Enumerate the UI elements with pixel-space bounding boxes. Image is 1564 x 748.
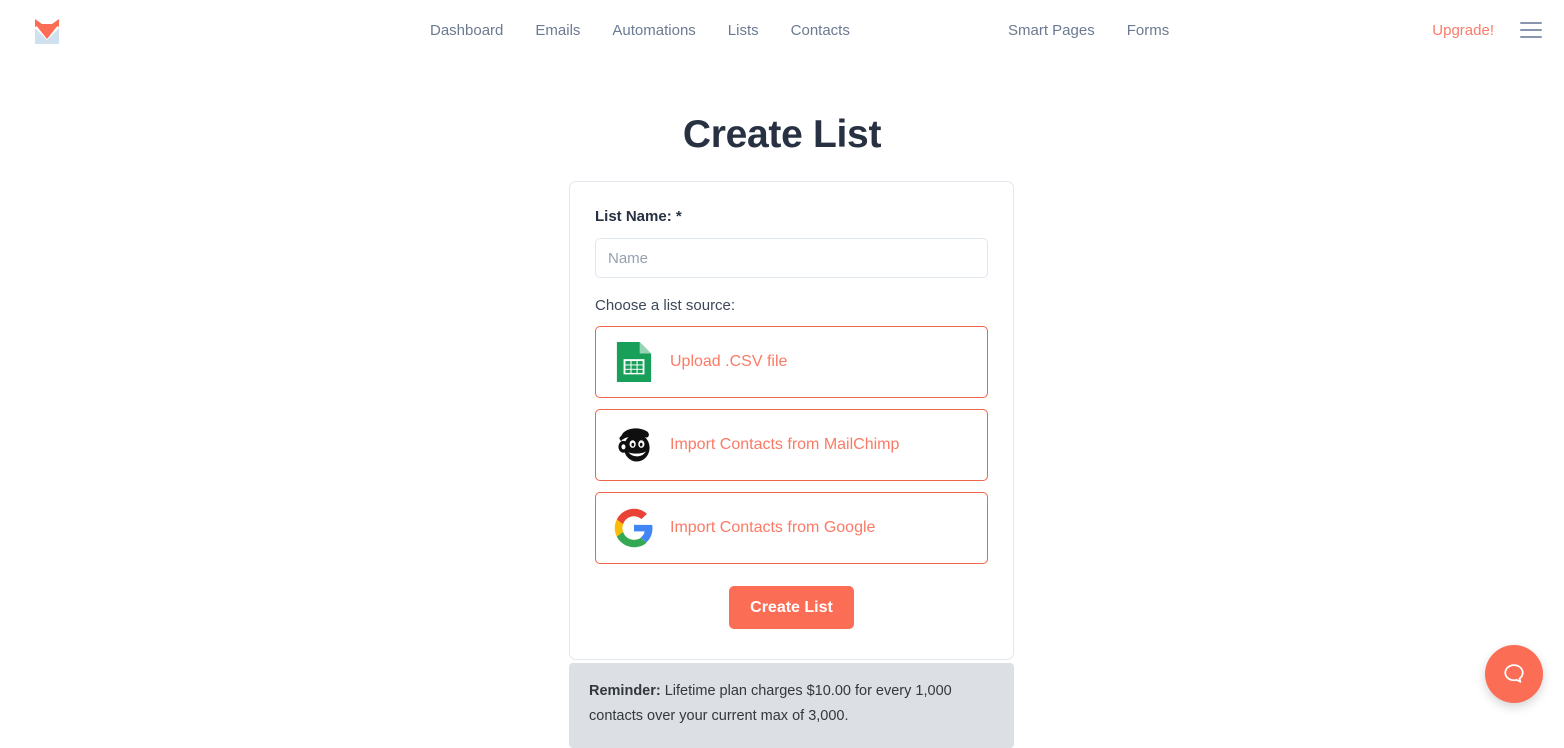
- hamburger-bar: [1520, 22, 1542, 24]
- list-name-label: List Name: *: [595, 208, 682, 225]
- nav-item-lists[interactable]: Lists: [712, 23, 775, 38]
- create-list-button[interactable]: Create List: [729, 586, 854, 630]
- page-title: Create List: [682, 113, 882, 156]
- nav-item-emails[interactable]: Emails: [519, 23, 596, 38]
- nav-item-automations[interactable]: Automations: [596, 23, 711, 38]
- source-option-label: Import Contacts from Google: [670, 519, 876, 536]
- reminder-prefix: Reminder:: [589, 683, 661, 699]
- navbar-actions: Upgrade!: [1432, 0, 1542, 60]
- reminder-alert: Reminder: Lifetime plan charges $10.00 f…: [569, 663, 1014, 748]
- top-navbar: Dashboard Emails Automations Lists Conta…: [0, 0, 1564, 60]
- list-name-input[interactable]: [595, 238, 988, 278]
- choose-source-label: Choose a list source:: [595, 297, 736, 314]
- source-option-label: Import Contacts from MailChimp: [670, 436, 900, 453]
- upgrade-link[interactable]: Upgrade!: [1432, 22, 1494, 39]
- secondary-nav: Smart Pages Forms: [1008, 0, 1185, 60]
- submit-row: Create List: [595, 586, 988, 630]
- nav-item-contacts[interactable]: Contacts: [775, 23, 866, 38]
- chat-bubble-icon: [1504, 664, 1524, 683]
- hamburger-bar: [1520, 36, 1542, 38]
- nav-item-dashboard[interactable]: Dashboard: [430, 23, 519, 38]
- hamburger-menu-icon[interactable]: [1520, 22, 1542, 38]
- create-list-card: List Name: * Choose a list source: Uploa…: [569, 181, 1014, 661]
- primary-nav: Dashboard Emails Automations Lists Conta…: [430, 0, 866, 60]
- help-beacon-button[interactable]: [1485, 645, 1543, 703]
- hamburger-bar: [1520, 29, 1542, 31]
- nav-item-smart-pages[interactable]: Smart Pages: [1008, 23, 1111, 38]
- fox-envelope-logo-icon: [35, 19, 59, 44]
- source-option-label: Upload .CSV file: [670, 353, 788, 370]
- brand-logo[interactable]: [30, 13, 64, 47]
- google-icon: [612, 506, 656, 550]
- source-option-import-google[interactable]: Import Contacts from Google: [595, 492, 988, 564]
- mailchimp-icon: [612, 423, 656, 467]
- source-option-import-mailchimp[interactable]: Import Contacts from MailChimp: [595, 409, 988, 481]
- nav-item-forms[interactable]: Forms: [1111, 23, 1186, 38]
- source-option-upload-csv[interactable]: Upload .CSV file: [595, 326, 988, 398]
- csv-spreadsheet-icon: [612, 340, 656, 384]
